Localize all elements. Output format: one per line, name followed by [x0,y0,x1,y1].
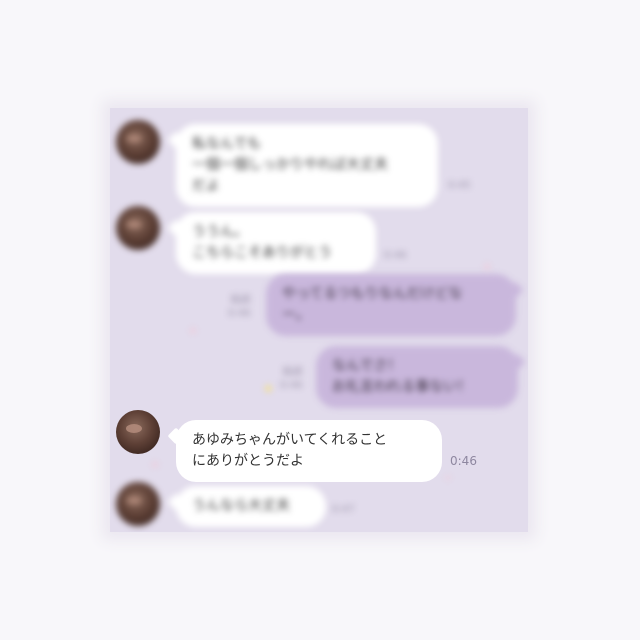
read-receipt: 既読 0:46 [280,366,302,392]
chat-screenshot: 私なんでも 一個一個しっかりやれば大丈夫 だよ 0:45 ううん。 こちらこそあ… [110,108,528,532]
message-time: 0:46 [280,380,303,391]
message-time: 0:45 [448,180,471,191]
star-decoration-icon: ✦ [150,458,161,472]
avatar[interactable] [116,120,160,164]
star-decoration-icon: ✦ [188,324,199,338]
read-label: 既読 [230,295,251,306]
message-time: 0:46 [228,308,251,319]
message-bubble-incoming: あゆみちゃんがいてくれること にありがとうだよ [176,420,442,482]
star-decoration-icon: ✦ [262,380,275,398]
avatar[interactable] [116,206,160,250]
message-bubble-outgoing: やってるつもりなんだけどな ー。 [266,274,516,336]
avatar[interactable] [116,482,160,526]
message-time: 0:46 [450,454,477,468]
message-bubble-incoming: 私なんでも 一個一個しっかりやれば大丈夫 だよ [176,124,438,207]
message-bubble-incoming: うんなら大丈夫 [176,486,326,527]
message-time: 0:46 [384,250,407,261]
read-label: 既読 [282,367,303,378]
star-decoration-icon: ✦ [444,474,452,484]
message-bubble-incoming: ううん。 こちらこそありがとう [176,212,376,274]
message-time: 0:47 [332,504,355,515]
avatar[interactable] [116,410,160,454]
star-decoration-icon: ✦ [482,260,493,274]
read-receipt: 既読 0:46 [228,294,250,320]
message-bubble-outgoing: なんでさ！ お礼言われる事ない！ [316,346,518,408]
